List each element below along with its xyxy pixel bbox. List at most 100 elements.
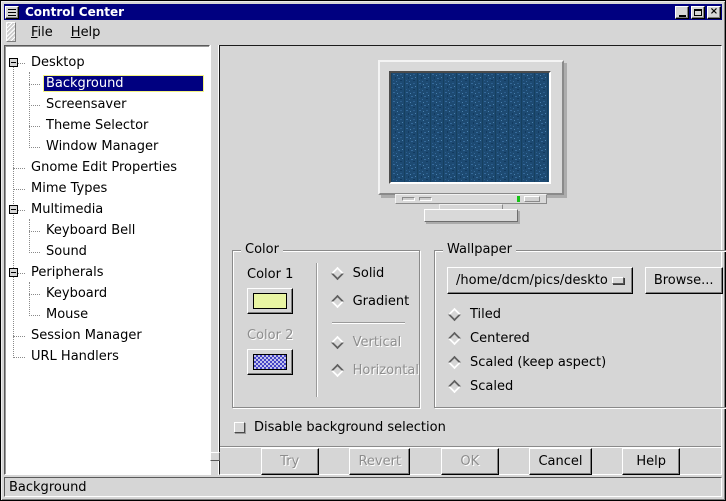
item-label: Keyboard [43, 285, 204, 302]
monitor-control-strip [395, 194, 547, 204]
sidebar-item-screensaver[interactable]: Screensaver [5, 94, 209, 115]
wallpaper-group-legend: Wallpaper [443, 242, 516, 258]
tree-connector [29, 315, 40, 316]
status-text: Background [9, 480, 87, 495]
tree-connector [13, 168, 25, 169]
color-group-legend: Color [241, 242, 283, 258]
radio-gradient[interactable]: Gradient [332, 294, 419, 309]
tree-connector [29, 84, 40, 85]
menu-file[interactable]: File [22, 23, 62, 42]
radio-selected-icon [330, 336, 343, 349]
pane-divider[interactable] [210, 45, 219, 475]
sidebar-item-window-manager[interactable]: Window Manager [5, 136, 209, 157]
maximize-button[interactable] [691, 6, 705, 19]
tree-connector [13, 336, 25, 337]
power-led-icon [517, 196, 520, 202]
color-group: Color Color 1 Color 2 [232, 250, 420, 408]
sidebar-item-background[interactable]: Background [5, 73, 209, 94]
help-button[interactable]: Help [622, 448, 680, 475]
radio-label: Horizontal [353, 363, 419, 378]
tree-connector [29, 231, 40, 232]
radio-scaled[interactable]: Scaled [449, 379, 723, 394]
cancel-button[interactable]: Cancel [529, 448, 591, 475]
wallpaper-texture [391, 73, 549, 182]
options-row: Color Color 1 Color 2 [220, 250, 721, 408]
item-label: Theme Selector [43, 117, 204, 134]
category-tree: Desktop Background Screensaver Theme Sel… [5, 46, 209, 474]
color2-swatch-button[interactable] [247, 349, 293, 375]
radio-scaled-keep-aspect[interactable]: Scaled (keep aspect) [449, 355, 723, 370]
window-menu-button[interactable] [5, 6, 19, 19]
wallpaper-path: /home/dcm/pics/deskto [456, 273, 608, 288]
monitor-stand-base [424, 209, 518, 222]
background-settings-panel: Color Color 1 Color 2 [219, 45, 722, 475]
radio-label: Vertical [353, 335, 402, 350]
window-menu-icon [8, 9, 16, 16]
sidebar-item-mime-types[interactable]: Mime Types [5, 178, 209, 199]
checkbox-label: Disable background selection [254, 420, 446, 435]
sidebar-item-mouse[interactable]: Mouse [5, 304, 209, 325]
wallpaper-preview-screen [389, 71, 551, 184]
collapse-expander-icon[interactable] [9, 58, 18, 67]
sidebar-item-keyboard-bell[interactable]: Keyboard Bell [5, 220, 209, 241]
color-mode-radios: Solid Gradient Vertical [317, 251, 419, 407]
checkbox-unchecked-icon[interactable] [234, 422, 245, 433]
radio-unselected-icon [448, 380, 461, 393]
close-button[interactable]: × [707, 6, 721, 19]
minimize-button[interactable] [675, 6, 689, 19]
radio-horizontal: Horizontal [332, 363, 419, 378]
menu-grip-handle[interactable] [6, 22, 16, 42]
wallpaper-file-dropdown[interactable]: /home/dcm/pics/deskto [447, 267, 633, 294]
revert-button[interactable]: Revert [349, 448, 410, 475]
control-center-window: Control Center × File Help Desktop [0, 0, 726, 501]
radio-unselected-icon [330, 364, 343, 377]
tree-connector [13, 189, 25, 190]
sidebar-item-sound[interactable]: Sound [5, 241, 209, 262]
item-label: Window Manager [43, 138, 204, 155]
wallpaper-group: Wallpaper /home/dcm/pics/deskto Browse..… [434, 250, 726, 408]
color1-label: Color 1 [247, 267, 314, 282]
collapse-expander-icon[interactable] [9, 268, 18, 277]
window-title: Control Center [25, 5, 673, 19]
radio-label: Scaled (keep aspect) [470, 355, 606, 370]
tree-connector [29, 126, 40, 127]
sidebar-item-theme-selector[interactable]: Theme Selector [5, 115, 209, 136]
wallpaper-layout-radios: Tiled Centered Scaled (keep aspect) [447, 307, 723, 394]
item-label: Desktop [28, 54, 204, 71]
item-label: Keyboard Bell [43, 222, 204, 239]
sidebar-item-peripherals[interactable]: Peripherals [5, 262, 209, 283]
pane-resize-handle[interactable] [210, 452, 220, 461]
ok-button[interactable]: OK [441, 448, 499, 475]
radio-label: Centered [470, 331, 530, 346]
tree-connector [29, 105, 40, 106]
radio-centered[interactable]: Centered [449, 331, 723, 346]
menu-help[interactable]: Help [62, 23, 110, 42]
try-button[interactable]: Try [261, 448, 319, 475]
item-label: Mime Types [28, 180, 204, 197]
radio-selected-icon [448, 308, 461, 321]
disable-background-selection-row[interactable]: Disable background selection [234, 420, 721, 435]
collapse-expander-icon[interactable] [9, 205, 18, 214]
sidebar-item-session-manager[interactable]: Session Manager [5, 325, 209, 346]
radio-vertical: Vertical [332, 335, 419, 350]
radio-label: Gradient [353, 294, 410, 309]
sidebar-item-desktop[interactable]: Desktop [5, 52, 209, 73]
item-label: Sound [43, 243, 204, 260]
color2-swatch [253, 354, 287, 370]
tree-connector [29, 294, 40, 295]
radio-selected-icon [330, 267, 343, 280]
monitor-button-icon [419, 197, 432, 201]
radio-solid[interactable]: Solid [332, 266, 419, 281]
browse-button[interactable]: Browse... [645, 267, 723, 294]
sidebar-item-gnome-edit-properties[interactable]: Gnome Edit Properties [5, 157, 209, 178]
item-label: Session Manager [28, 327, 204, 344]
sidebar-item-url-handlers[interactable]: URL Handlers [5, 346, 209, 367]
sidebar-item-multimedia[interactable]: Multimedia [5, 199, 209, 220]
sidebar-item-keyboard[interactable]: Keyboard [5, 283, 209, 304]
item-label: Mouse [43, 306, 204, 323]
monitor-power-button-icon [524, 196, 540, 202]
tree-connector [29, 147, 40, 148]
radio-tiled[interactable]: Tiled [449, 307, 723, 322]
item-label: Peripherals [28, 264, 204, 281]
color1-swatch-button[interactable] [247, 288, 293, 314]
